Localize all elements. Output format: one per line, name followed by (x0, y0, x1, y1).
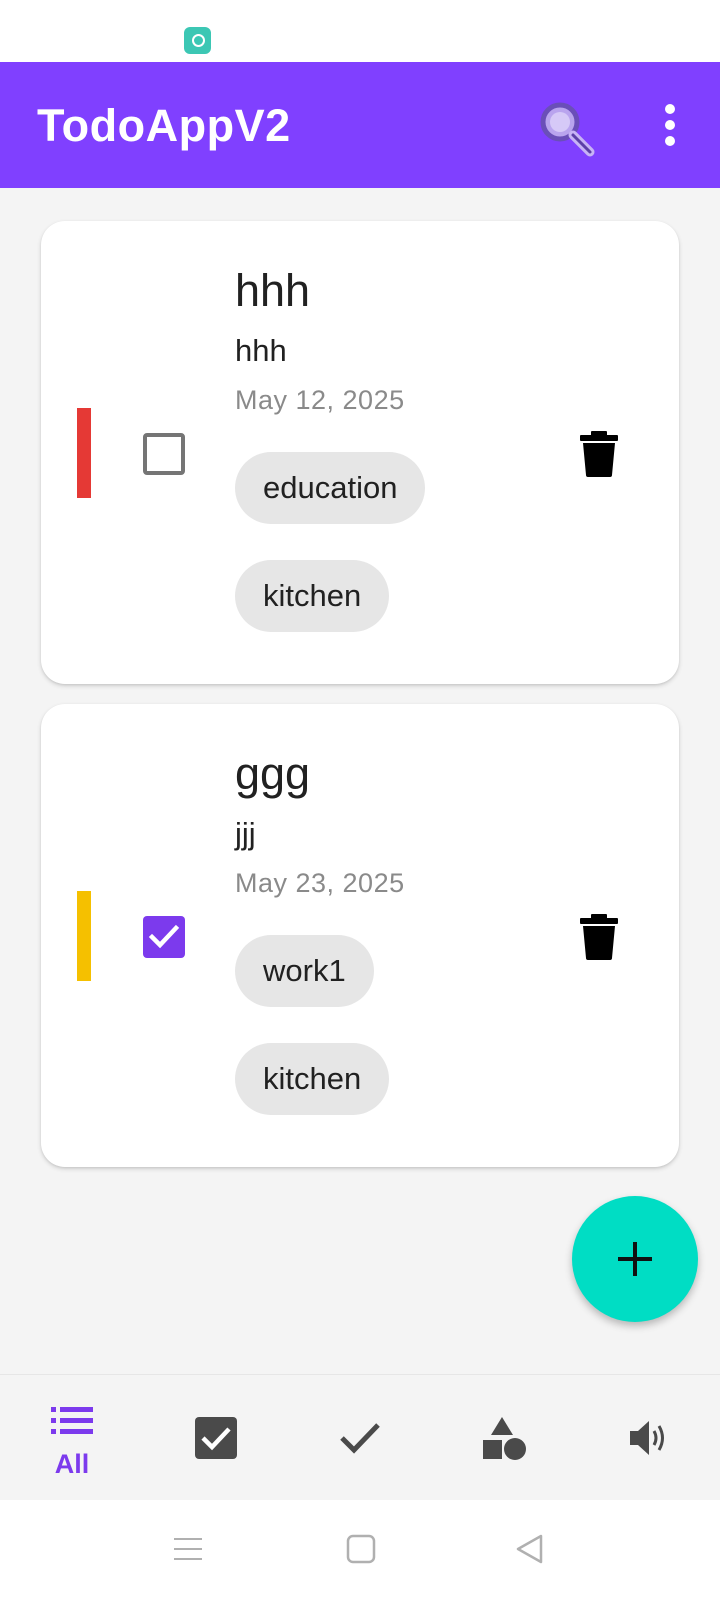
todo-description: hhh (235, 333, 287, 368)
screen-recorder-icon (184, 27, 211, 54)
app-title: TodoAppV2 (37, 100, 291, 151)
nav-item-all[interactable]: All (0, 1375, 144, 1501)
nav-label-all: All (54, 1449, 90, 1479)
todo-description: jjj (235, 816, 256, 851)
priority-indicator (77, 891, 91, 981)
todo-checkbox[interactable] (143, 916, 185, 958)
volume-icon (630, 1421, 664, 1455)
tag-chip[interactable]: kitchen (235, 1043, 390, 1115)
priority-indicator (77, 408, 91, 498)
tag-chip[interactable]: work1 (235, 935, 374, 1007)
todo-card[interactable]: ggg jjj May 23, 2025 work1 kitchen (41, 704, 679, 1167)
tag-chip[interactable]: kitchen (235, 560, 390, 632)
check-icon (340, 1423, 380, 1454)
more-vert-icon[interactable] (660, 102, 680, 148)
menu-icon[interactable] (172, 1534, 204, 1564)
shapes-icon (483, 1417, 526, 1460)
todo-card[interactable]: hhh hhh May 12, 2025 education kitchen (41, 221, 679, 684)
nav-item-completed[interactable] (144, 1375, 288, 1501)
todo-date: May 12, 2025 (235, 385, 405, 415)
home-icon[interactable] (346, 1534, 376, 1564)
check-icon (148, 924, 180, 949)
nav-item-done[interactable] (288, 1375, 432, 1501)
nav-item-categories[interactable] (432, 1375, 576, 1501)
add-todo-button[interactable] (572, 1196, 698, 1322)
back-icon[interactable] (515, 1534, 545, 1564)
system-navigation-bar (0, 1500, 720, 1600)
todo-title: ggg (235, 748, 311, 799)
status-bar (0, 0, 720, 62)
bottom-navigation: All (0, 1374, 720, 1500)
todo-date: May 23, 2025 (235, 868, 405, 898)
search-icon[interactable] (536, 98, 596, 158)
todo-title: hhh (235, 265, 311, 316)
tag-chip[interactable]: education (235, 452, 426, 524)
delete-icon[interactable] (579, 914, 619, 960)
checkbox-icon (195, 1417, 237, 1459)
plus-icon (618, 1242, 652, 1276)
list-icon (51, 1407, 93, 1434)
delete-icon[interactable] (579, 431, 619, 477)
nav-item-sound[interactable] (576, 1375, 720, 1501)
todo-checkbox[interactable] (143, 433, 185, 475)
app-bar: TodoAppV2 (0, 62, 720, 188)
